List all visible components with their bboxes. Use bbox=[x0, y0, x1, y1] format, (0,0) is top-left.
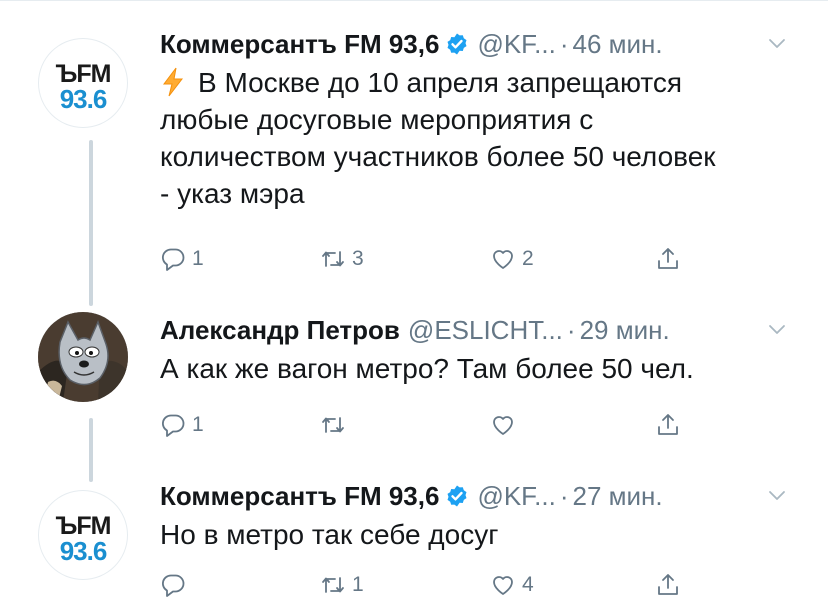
like-icon bbox=[493, 250, 513, 269]
retweet-button[interactable]: 1 bbox=[320, 568, 364, 602]
tweet-header: Коммерсантъ FM 93,6 @KF... · 46 мин. bbox=[160, 26, 788, 62]
retweet-count: 3 bbox=[352, 247, 364, 270]
tweet-content: Александр Петров @ESLICHT... · 29 мин. А ка… bbox=[160, 312, 788, 437]
reply-button[interactable] bbox=[160, 568, 192, 602]
share-icon bbox=[658, 248, 678, 269]
tweet-actions: 1 bbox=[160, 408, 720, 442]
share-icon bbox=[658, 414, 678, 435]
share-button[interactable] bbox=[655, 408, 681, 442]
tweet-content: Коммерсантъ FM 93,6 @KF... · 27 мин. Но в м… bbox=[160, 478, 788, 597]
author-handle[interactable]: @ESLICHT... bbox=[408, 315, 563, 345]
like-button[interactable]: 4 bbox=[490, 568, 534, 602]
retweet-icon bbox=[322, 417, 344, 433]
tweet-content: Коммерсантъ FM 93,6 @KF... · 46 мин. В Моск… bbox=[160, 26, 788, 271]
chevron-down-icon[interactable] bbox=[766, 318, 788, 340]
chevron-down-icon[interactable] bbox=[766, 484, 788, 506]
retweet-button[interactable] bbox=[320, 408, 352, 442]
bolt-icon bbox=[163, 67, 184, 97]
like-icon bbox=[493, 416, 513, 435]
tweet-time[interactable]: 29 мин. bbox=[580, 315, 670, 345]
verified-icon bbox=[447, 33, 467, 55]
author-handle[interactable]: @KF... bbox=[477, 481, 555, 511]
tweet-text: Но в метро так себе досуг bbox=[160, 519, 499, 550]
reply-icon bbox=[161, 248, 185, 271]
tweet-header: Александр Петров @ESLICHT... · 29 мин. bbox=[160, 312, 788, 348]
avatar[interactable] bbox=[38, 312, 128, 402]
retweet-icon bbox=[322, 577, 344, 593]
logo-text-bottom: 93.6 bbox=[59, 84, 108, 114]
reply-button[interactable]: 1 bbox=[160, 408, 204, 442]
author-name[interactable]: Коммерсантъ FM 93,6 bbox=[160, 29, 439, 59]
tweet-time[interactable]: 46 мин. bbox=[573, 29, 663, 59]
share-button[interactable] bbox=[655, 568, 681, 602]
like-button[interactable]: 2 bbox=[490, 242, 534, 276]
retweet-count: 1 bbox=[352, 573, 364, 596]
cartoon-wolf-avatar-image bbox=[38, 312, 128, 402]
tweet-text: А как же вагон метро? Там более 50 чел. bbox=[160, 353, 694, 384]
tweet-time[interactable]: 27 мин. bbox=[573, 481, 663, 511]
avatar[interactable]: ЪFM 93.6 bbox=[38, 490, 128, 580]
logo-text-bottom: 93.6 bbox=[59, 536, 108, 566]
thread-line bbox=[89, 140, 93, 306]
retweet-icon bbox=[322, 251, 344, 267]
top-divider bbox=[0, 0, 828, 1]
chevron-down-icon[interactable] bbox=[766, 32, 788, 54]
share-button[interactable] bbox=[655, 242, 681, 276]
reply-icon bbox=[161, 414, 185, 437]
tweet-header: Коммерсантъ FM 93,6 @KF... · 27 мин. bbox=[160, 478, 788, 514]
avatar[interactable]: ЪFM 93.6 bbox=[38, 38, 128, 128]
tweet-actions: 1 3 2 bbox=[160, 242, 720, 276]
verified-icon bbox=[447, 485, 467, 507]
reply-icon bbox=[161, 574, 185, 597]
tweet-text: В Москве до 10 апреля запрещаются любые … bbox=[160, 67, 716, 209]
reply-count: 1 bbox=[192, 413, 204, 436]
reply-count: 1 bbox=[192, 247, 204, 270]
like-icon bbox=[493, 576, 513, 595]
like-count: 2 bbox=[522, 247, 534, 270]
author-handle[interactable]: @KF... bbox=[477, 29, 555, 59]
share-icon bbox=[658, 574, 678, 595]
author-name[interactable]: Коммерсантъ FM 93,6 bbox=[160, 481, 439, 511]
like-button[interactable] bbox=[490, 408, 522, 442]
like-count: 4 bbox=[522, 573, 534, 596]
thread-line bbox=[89, 418, 93, 482]
reply-button[interactable]: 1 bbox=[160, 242, 204, 276]
tweet-actions: 1 4 bbox=[160, 568, 720, 602]
author-name[interactable]: Александр Петров bbox=[160, 315, 400, 345]
retweet-button[interactable]: 3 bbox=[320, 242, 364, 276]
